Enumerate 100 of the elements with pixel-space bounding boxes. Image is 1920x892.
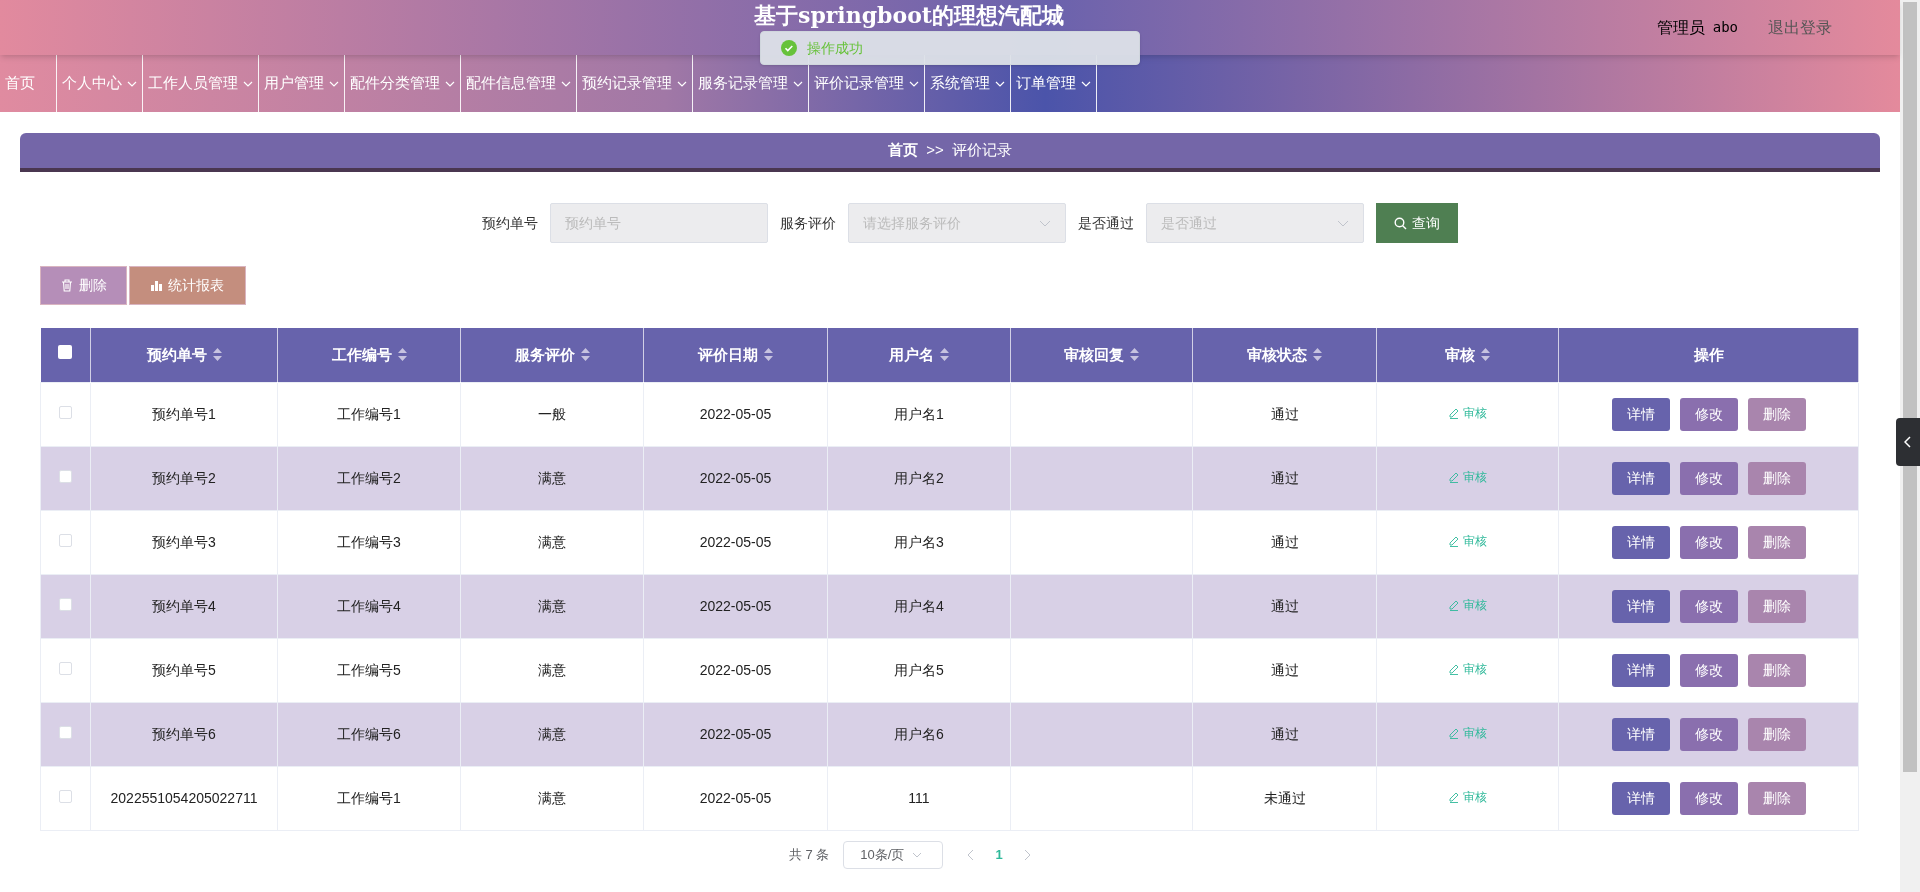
details-button[interactable]: 详情 xyxy=(1611,589,1670,623)
nav-menu-item[interactable]: 配件信息管理 xyxy=(461,55,577,112)
review-link[interactable]: 审核 xyxy=(1448,788,1487,806)
table-cell: 工作编号4 xyxy=(337,597,401,614)
delete-button[interactable]: 删除 xyxy=(1747,461,1806,495)
details-button[interactable]: 详情 xyxy=(1611,653,1670,687)
scrollbar[interactable] xyxy=(1900,0,1920,892)
table-cell: 一般 xyxy=(538,405,566,422)
delete-button[interactable]: 删除 xyxy=(1747,397,1806,431)
table-cell: 工作编号1 xyxy=(337,405,401,422)
delete-button[interactable]: 删除 xyxy=(1747,589,1806,623)
pencil-icon xyxy=(1448,535,1459,547)
select-all-checkbox[interactable] xyxy=(58,345,73,360)
site-title: 基于springboot的理想汽配城 xyxy=(754,1,1064,29)
table-cell: 用户名6 xyxy=(894,725,944,742)
column-header[interactable]: 工作编号 xyxy=(331,345,407,363)
table-cell: 满意 xyxy=(538,661,566,678)
table-cell: 工作编号3 xyxy=(337,533,401,550)
row-checkbox[interactable] xyxy=(59,725,72,739)
chevron-left-icon xyxy=(1904,436,1912,448)
row-checkbox[interactable] xyxy=(59,533,72,547)
column-header[interactable]: 审核 xyxy=(1445,345,1490,363)
nav-menu-item[interactable]: 首页 xyxy=(0,55,57,112)
page-number[interactable]: 1 xyxy=(989,844,1010,865)
column-header[interactable]: 用户名 xyxy=(889,345,949,363)
next-page-icon[interactable] xyxy=(1023,848,1032,861)
edit-button[interactable]: 修改 xyxy=(1679,525,1738,559)
edit-button[interactable]: 修改 xyxy=(1679,717,1738,751)
details-button[interactable]: 详情 xyxy=(1611,717,1670,751)
bar-chart-icon xyxy=(151,280,162,291)
search-button[interactable]: 查询 xyxy=(1376,203,1458,243)
table-cell: 2022551054205022711 xyxy=(110,789,258,806)
edit-button[interactable]: 修改 xyxy=(1679,461,1738,495)
table-cell: 工作编号6 xyxy=(337,725,401,742)
table-cell: 通过 xyxy=(1270,661,1299,678)
chevron-down-icon xyxy=(912,851,923,858)
edit-button[interactable]: 修改 xyxy=(1679,589,1738,623)
success-icon xyxy=(781,40,797,56)
row-checkbox[interactable] xyxy=(59,597,72,611)
pencil-icon xyxy=(1448,407,1459,419)
table-cell: 未通过 xyxy=(1263,789,1306,806)
column-header[interactable]: 审核回复 xyxy=(1064,345,1139,363)
table-cell: 2022-05-05 xyxy=(699,405,772,422)
pencil-icon xyxy=(1448,471,1459,483)
row-checkbox[interactable] xyxy=(59,661,72,675)
row-checkbox[interactable] xyxy=(59,789,72,803)
column-header[interactable]: 服务评价 xyxy=(514,345,590,363)
details-button[interactable]: 详情 xyxy=(1611,461,1670,495)
column-header[interactable]: 预约单号 xyxy=(146,345,222,363)
edit-button[interactable]: 修改 xyxy=(1679,781,1738,815)
table-cell: 预约单号3 xyxy=(152,533,216,550)
table-cell: 通过 xyxy=(1270,469,1299,486)
review-link[interactable]: 审核 xyxy=(1448,660,1487,678)
nav-menu-item[interactable]: 配件分类管理 xyxy=(345,55,461,112)
nav-menu-item[interactable]: 用户管理 xyxy=(259,55,345,112)
table-cell: 通过 xyxy=(1270,725,1299,742)
breadcrumb-current: 评价记录 xyxy=(951,140,1012,161)
edit-button[interactable]: 修改 xyxy=(1679,653,1738,687)
nav-menu-item[interactable]: 个人中心 xyxy=(57,55,143,112)
details-button[interactable]: 详情 xyxy=(1611,781,1670,815)
delete-button[interactable]: 删除 xyxy=(1747,781,1806,815)
table-cell: 2022-05-05 xyxy=(699,725,772,742)
delete-button[interactable]: 删除 xyxy=(40,266,127,305)
table-cell: 预约单号6 xyxy=(152,725,216,742)
table-cell: 预约单号2 xyxy=(152,469,216,486)
review-link[interactable]: 审核 xyxy=(1448,532,1487,550)
pencil-icon xyxy=(1448,791,1459,803)
column-header[interactable]: 审核状态 xyxy=(1247,345,1322,363)
table-cell: 111 xyxy=(908,789,930,806)
page-size-select[interactable]: 10条/页 xyxy=(843,840,944,869)
row-checkbox[interactable] xyxy=(59,469,72,483)
table-cell: 预约单号1 xyxy=(152,405,216,422)
nav-menu-item[interactable]: 工作人员管理 xyxy=(143,55,259,112)
details-button[interactable]: 详情 xyxy=(1611,525,1670,559)
details-button[interactable]: 详情 xyxy=(1611,397,1670,431)
delete-button[interactable]: 删除 xyxy=(1747,525,1806,559)
breadcrumb-home[interactable]: 首页 xyxy=(888,139,919,162)
chevron-down-icon xyxy=(1039,219,1051,227)
user-role: 管理员 xyxy=(1656,17,1705,38)
logout-link[interactable]: 退出登录 xyxy=(1768,15,1832,40)
table-cell: 2022-05-05 xyxy=(699,533,772,550)
previous-page-icon[interactable] xyxy=(967,848,976,861)
search-icon xyxy=(1394,216,1407,230)
nav-menu-item[interactable]: 预约记录管理 xyxy=(577,55,693,112)
table-cell: 2022-05-05 xyxy=(699,469,772,486)
review-link[interactable]: 审核 xyxy=(1448,404,1487,422)
delete-button[interactable]: 删除 xyxy=(1747,653,1806,687)
column-header[interactable]: 评价日期 xyxy=(698,345,773,363)
report-button[interactable]: 统计报表 xyxy=(129,266,246,305)
table-cell: 用户名1 xyxy=(894,405,944,422)
table-cell: 满意 xyxy=(538,789,566,806)
delete-button[interactable]: 删除 xyxy=(1747,717,1806,751)
table-cell: 满意 xyxy=(538,469,566,486)
collapse-tab[interactable] xyxy=(1896,418,1920,466)
row-checkbox[interactable] xyxy=(59,405,72,419)
edit-button[interactable]: 修改 xyxy=(1679,397,1738,431)
total-count: 共 7 条 xyxy=(788,845,830,864)
column-header[interactable]: 操作 xyxy=(1693,345,1724,363)
table-cell: 工作编号5 xyxy=(337,661,401,678)
breadcrumb-separator: >> xyxy=(926,140,944,161)
